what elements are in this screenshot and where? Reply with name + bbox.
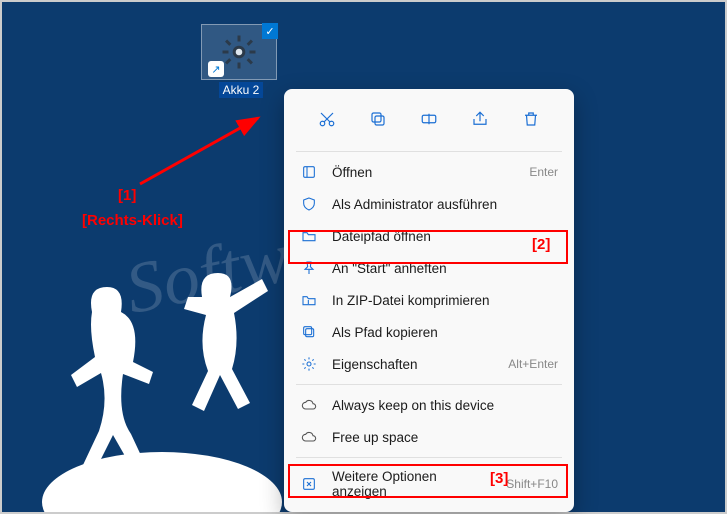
menu-label: Weitere Optionen anzeigen bbox=[332, 469, 492, 499]
menu-always-keep[interactable]: Always keep on this device bbox=[284, 389, 574, 421]
delete-icon[interactable] bbox=[513, 101, 549, 137]
context-top-iconrow bbox=[284, 95, 574, 147]
menu-copy-path[interactable]: Als Pfad kopieren bbox=[284, 316, 574, 348]
shortcut-arrow-icon: ↗ bbox=[208, 61, 224, 77]
menu-shortcut: Shift+F10 bbox=[506, 477, 558, 491]
desktop-shortcut[interactable]: ↗ ✓ Akku 2 bbox=[201, 24, 281, 99]
cut-icon[interactable] bbox=[309, 101, 345, 137]
menu-label: An "Start" anheften bbox=[332, 261, 558, 276]
menu-divider bbox=[296, 151, 562, 152]
menu-shortcut: Alt+Enter bbox=[508, 357, 558, 371]
shortcut-iconbox: ↗ ✓ bbox=[201, 24, 277, 80]
menu-open[interactable]: Öffnen Enter bbox=[284, 156, 574, 188]
context-menu: Öffnen Enter Als Administrator ausführen… bbox=[284, 89, 574, 512]
admin-shield-icon bbox=[300, 195, 318, 213]
menu-divider bbox=[296, 457, 562, 458]
pin-icon bbox=[300, 259, 318, 277]
cloud-free-icon bbox=[300, 428, 318, 446]
annotation-arrow bbox=[132, 112, 272, 192]
shortcut-label: Akku 2 bbox=[219, 82, 264, 98]
folder-icon bbox=[300, 227, 318, 245]
menu-label: Always keep on this device bbox=[332, 398, 558, 413]
menu-properties[interactable]: Eigenschaften Alt+Enter bbox=[284, 348, 574, 380]
share-icon[interactable] bbox=[462, 101, 498, 137]
annotation-2: [2] bbox=[532, 236, 550, 253]
menu-open-path[interactable]: Dateipfad öffnen bbox=[284, 220, 574, 252]
annotation-rightclick: [Rechts-Klick] bbox=[82, 212, 183, 229]
menu-divider bbox=[296, 384, 562, 385]
menu-label: In ZIP-Datei komprimieren bbox=[332, 293, 558, 308]
menu-label: Dateipfad öffnen bbox=[332, 229, 558, 244]
menu-run-admin[interactable]: Als Administrator ausführen bbox=[284, 188, 574, 220]
rename-icon[interactable] bbox=[411, 101, 447, 137]
copy-icon[interactable] bbox=[360, 101, 396, 137]
gear-icon bbox=[221, 34, 257, 70]
menu-free-space[interactable]: Free up space bbox=[284, 421, 574, 453]
copy-path-icon bbox=[300, 323, 318, 341]
menu-label: Eigenschaften bbox=[332, 357, 494, 372]
open-icon bbox=[300, 163, 318, 181]
selection-check-icon: ✓ bbox=[262, 23, 278, 39]
menu-label: Free up space bbox=[332, 430, 558, 445]
menu-shortcut: Enter bbox=[529, 165, 558, 179]
menu-label: Öffnen bbox=[332, 165, 515, 180]
properties-icon bbox=[300, 355, 318, 373]
menu-more-options[interactable]: Weitere Optionen anzeigen Shift+F10 bbox=[284, 462, 574, 506]
menu-label: Als Administrator ausführen bbox=[332, 197, 558, 212]
annotation-3: [3] bbox=[490, 470, 508, 487]
more-options-icon bbox=[300, 475, 318, 493]
menu-zip[interactable]: In ZIP-Datei komprimieren bbox=[284, 284, 574, 316]
annotation-1: [1] bbox=[118, 187, 136, 204]
zip-icon bbox=[300, 291, 318, 309]
menu-pin-start[interactable]: An "Start" anheften bbox=[284, 252, 574, 284]
cloud-keep-icon bbox=[300, 396, 318, 414]
decorative-silhouette bbox=[32, 242, 292, 512]
menu-label: Als Pfad kopieren bbox=[332, 325, 558, 340]
